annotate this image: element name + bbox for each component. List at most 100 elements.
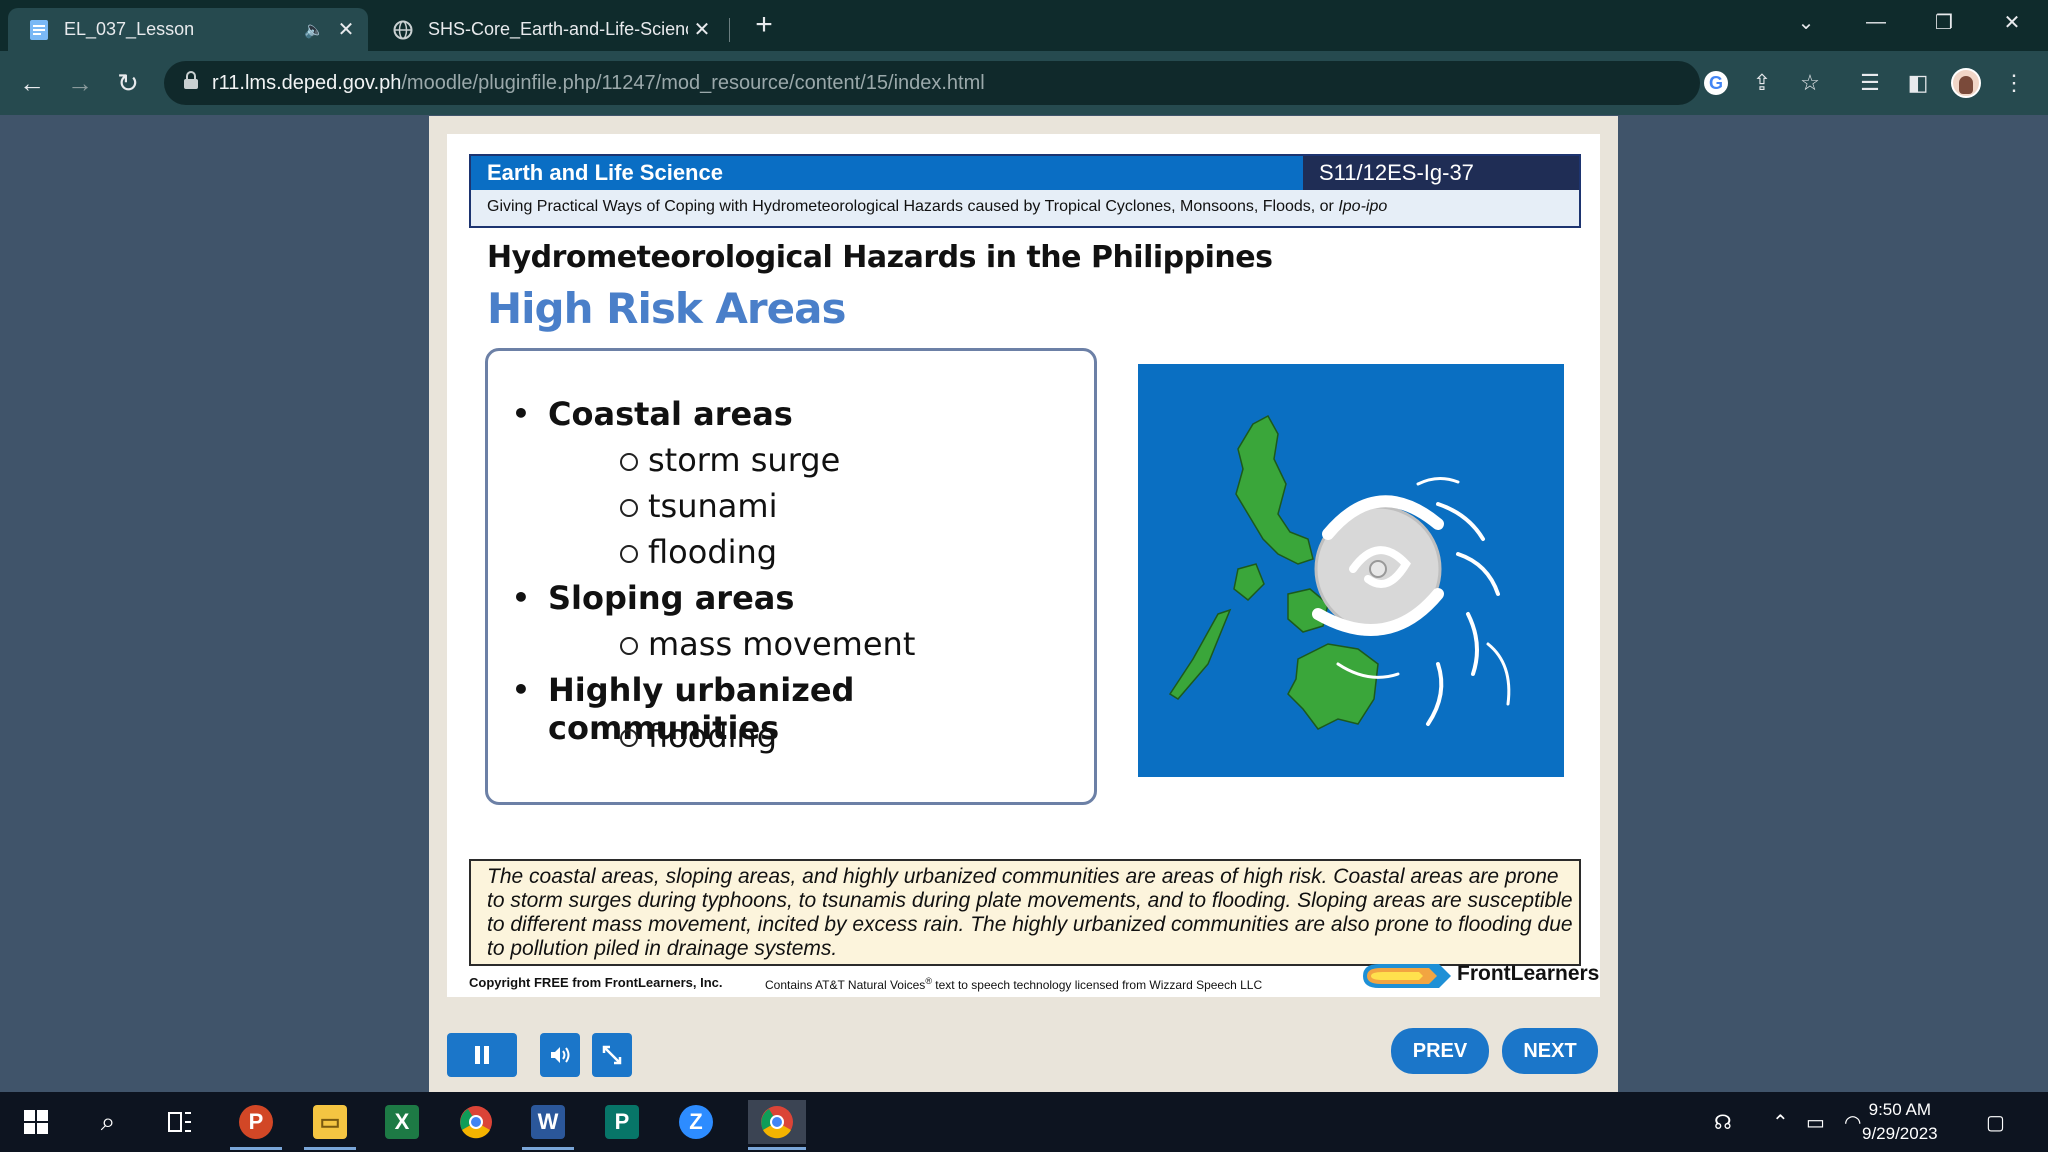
sub-list-item-label: flooding: [648, 533, 778, 571]
file-explorer-icon[interactable]: ▭: [308, 1100, 352, 1144]
excel-icon[interactable]: X: [380, 1100, 424, 1144]
word-icon[interactable]: W: [526, 1100, 570, 1144]
task-view-icon[interactable]: [158, 1100, 202, 1144]
clock-date: 9/29/2023: [1862, 1124, 1938, 1143]
tab-bar: EL_037_Lesson 🔈 ✕ SHS-Core_Earth-and-Lif…: [0, 0, 2048, 51]
lock-icon[interactable]: [184, 71, 198, 89]
media-control-icon[interactable]: ☰: [1854, 65, 1886, 101]
running-indicator: [748, 1147, 806, 1150]
document-icon: [28, 19, 50, 41]
competency-code: S11/12ES-Ig-37: [1303, 156, 1579, 190]
prev-button[interactable]: PREV: [1391, 1028, 1489, 1074]
tab-lesson[interactable]: EL_037_Lesson 🔈 ✕: [8, 8, 368, 51]
copyright-text: Copyright FREE from FrontLearners, Inc.: [469, 975, 723, 990]
tts-notice-prefix: Contains AT&T Natural Voices: [765, 978, 926, 992]
competency-italic: Ipo-ipo: [1338, 198, 1388, 215]
frontlearners-logo-icon: [1363, 964, 1451, 988]
tab-title: EL_037_Lesson: [64, 19, 195, 39]
brand-name: FrontLearners: [1457, 962, 1600, 985]
narration-box: The coastal areas, sloping areas, and hi…: [469, 859, 1581, 966]
browser-toolbar: ← → ↻ r11.lms.deped.gov.ph/moodle/plugin…: [0, 51, 2048, 115]
reload-icon[interactable]: ↻: [110, 65, 146, 101]
list-item-label: Coastal areas: [548, 395, 793, 433]
tts-notice: Contains AT&T Natural Voices® text to sp…: [765, 976, 1262, 992]
system-clock[interactable]: 9:50 AM 9/29/2023: [1862, 1098, 1938, 1146]
back-icon[interactable]: ←: [14, 65, 50, 101]
sub-list-item: mass movement: [620, 625, 916, 663]
url-host: r11.lms.deped.gov.ph: [212, 72, 402, 94]
chrome-profile-icon[interactable]: [748, 1100, 806, 1144]
competency-text: Giving Practical Ways of Coping with Hyd…: [469, 190, 1581, 228]
clock-time: 9:50 AM: [1868, 1100, 1931, 1119]
battery-icon[interactable]: ▭: [1806, 1110, 1825, 1135]
lesson-player: Earth and Life Science S11/12ES-Ig-37 Gi…: [429, 116, 1618, 1092]
tab-shs-core[interactable]: SHS-Core_Earth-and-Life-Scienc ✕: [372, 8, 724, 51]
running-indicator: [230, 1147, 282, 1150]
profile-avatar[interactable]: [1950, 65, 1982, 101]
restore-icon[interactable]: ❐: [1914, 4, 1974, 40]
bookmark-star-icon[interactable]: ☆: [1794, 65, 1826, 101]
zoom-icon[interactable]: Z: [674, 1100, 718, 1144]
fullscreen-button[interactable]: [592, 1033, 632, 1077]
notifications-icon[interactable]: ▢: [1986, 1110, 2005, 1135]
people-icon[interactable]: ☊: [1714, 1110, 1732, 1135]
philippines-typhoon-map: [1138, 364, 1564, 777]
subject-title: Earth and Life Science: [471, 156, 1303, 190]
expand-icon: [602, 1045, 622, 1065]
forward-icon[interactable]: →: [62, 65, 98, 101]
sub-list-item: storm surge: [620, 441, 841, 479]
slide-header: Earth and Life Science S11/12ES-Ig-37: [469, 154, 1581, 192]
volume-icon: [551, 1047, 570, 1063]
google-icon[interactable]: G: [1700, 65, 1732, 101]
running-indicator: [304, 1147, 356, 1150]
windows-start-icon[interactable]: [14, 1100, 58, 1144]
volume-button[interactable]: [540, 1033, 580, 1077]
url-path: /moodle/pluginfile.php/11247/mod_resourc…: [401, 72, 985, 94]
taskbar: ⌕ P ▭ X W P Z ☊ ⌃ ▭ ◠ 9:50 AM 9/29/2023 …: [0, 1092, 2048, 1152]
tts-notice-suffix: text to speech technology licensed from …: [931, 978, 1263, 992]
running-indicator: [522, 1147, 574, 1150]
sub-list-item: tsunami: [620, 487, 778, 525]
slide-heading: Hydrometeorological Hazards in the Phili…: [487, 240, 1273, 275]
sub-list-item-label: mass movement: [648, 625, 916, 663]
list-item: • Coastal areas: [512, 395, 793, 433]
slide: Earth and Life Science S11/12ES-Ig-37 Gi…: [447, 134, 1600, 997]
wifi-icon[interactable]: ◠: [1844, 1110, 1861, 1135]
slide-subheading: High Risk Areas: [487, 284, 846, 333]
close-tab-icon[interactable]: ✕: [688, 16, 716, 44]
publisher-icon[interactable]: P: [600, 1100, 644, 1144]
sub-list-item-label: tsunami: [648, 487, 778, 525]
new-tab-icon[interactable]: +: [748, 10, 780, 42]
chrome-icon[interactable]: [454, 1100, 498, 1144]
share-icon[interactable]: ⇪: [1746, 65, 1778, 101]
list-item-label: Sloping areas: [548, 579, 795, 617]
speaker-icon[interactable]: 🔈: [302, 20, 326, 40]
show-hidden-icons[interactable]: ⌃: [1772, 1110, 1789, 1135]
window-close-icon[interactable]: ✕: [1982, 4, 2042, 40]
tab-title: SHS-Core_Earth-and-Life-Scienc: [428, 19, 688, 39]
side-panel-icon[interactable]: ◧: [1902, 65, 1934, 101]
tab-search-icon[interactable]: ⌄: [1776, 4, 1836, 40]
next-button[interactable]: NEXT: [1502, 1028, 1598, 1074]
powerpoint-icon[interactable]: P: [234, 1100, 278, 1144]
sub-list-item: flooding: [620, 533, 778, 571]
minimize-icon[interactable]: —: [1846, 4, 1906, 40]
risk-areas-list: • Coastal areas storm surge tsunami flood…: [485, 348, 1097, 805]
competency-main: Giving Practical Ways of Coping with Hyd…: [487, 198, 1339, 215]
slide-footer: Copyright FREE from FrontLearners, Inc. …: [469, 962, 1599, 994]
frontlearners-logo: FrontLearners: [1359, 956, 1599, 996]
sub-list-item-label: storm surge: [648, 441, 841, 479]
pause-button[interactable]: [447, 1033, 517, 1077]
pause-icon: [475, 1046, 489, 1064]
tts-notice-sup: ®: [925, 976, 932, 986]
tab-separator: [729, 18, 730, 42]
search-icon[interactable]: ⌕: [86, 1100, 130, 1144]
sub-list-item-label: flooding: [648, 717, 778, 755]
sub-list-item: flooding: [620, 717, 778, 755]
menu-dots-icon[interactable]: ⋮: [1998, 65, 2030, 101]
list-item: • Sloping areas: [512, 579, 795, 617]
close-tab-icon[interactable]: ✕: [332, 16, 360, 44]
address-bar[interactable]: r11.lms.deped.gov.ph/moodle/pluginfile.p…: [164, 61, 1700, 105]
globe-icon: [392, 19, 414, 41]
url-text: r11.lms.deped.gov.ph/moodle/pluginfile.p…: [212, 72, 985, 95]
